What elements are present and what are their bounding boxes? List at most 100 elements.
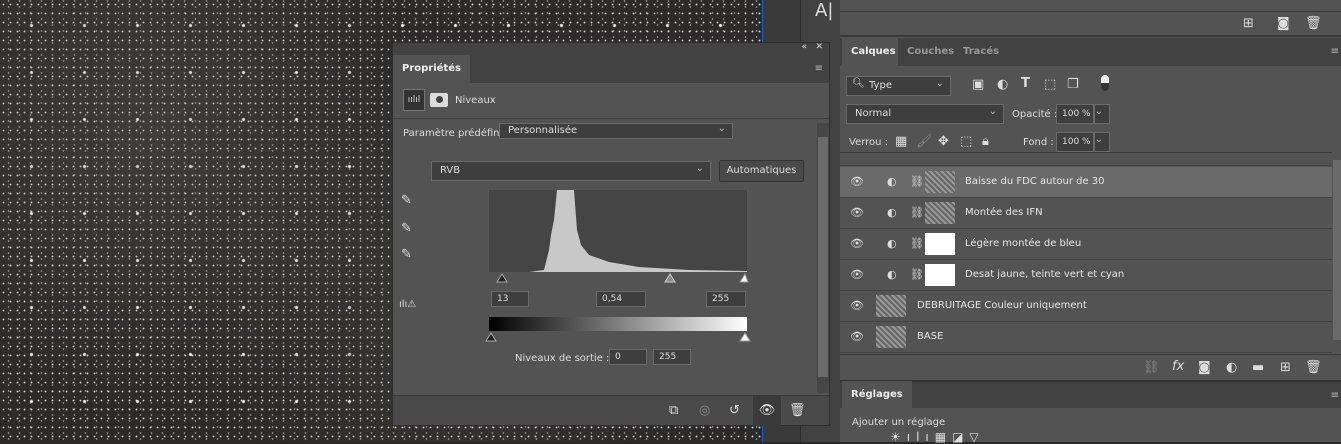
clipping-warning-icon[interactable]: ılı⚠ [399,299,416,310]
lock-all-icon[interactable]: 🔒︎ [982,134,989,149]
layer-name: Montée des IFN [965,207,1043,218]
close-icon[interactable]: ✕ [815,42,823,52]
mask-thumbnail[interactable] [925,233,955,255]
add-adjustment-label: Ajouter un réglage [852,417,946,428]
black-eyedropper-icon[interactable]: ✎ [401,193,412,208]
mask-thumbnail[interactable] [925,171,955,193]
input-gamma-field[interactable]: 0,54 [596,291,646,307]
lock-label: Verrou : [849,137,889,148]
adjustment-layer-icon: ◐ [887,206,897,219]
visibility-icon[interactable]: 👁 [850,206,864,219]
filter-shape-icon[interactable]: ⬚ [1044,77,1056,92]
visibility-icon[interactable]: 👁 [850,299,864,312]
collapse-icon[interactable]: « [801,42,807,52]
layer-row[interactable]: 👁 ◐ ⛓ Desat jaune, teinte vert et cyan [840,260,1332,291]
fill-label: Fond : [1023,137,1054,148]
add-mask-icon[interactable]: ◙ [1198,360,1211,375]
link-icon[interactable]: ⛓ [1143,360,1160,375]
preset-select[interactable]: Personnalisée [499,122,733,139]
new-layer-icon[interactable]: ⊞ [1280,360,1291,375]
output-gradient [489,317,747,331]
lock-transparency-icon[interactable]: ▦ [895,134,907,149]
layer-name: DEBRUITAGE Couleur uniquement [917,300,1087,311]
tab-paths[interactable]: Tracés [954,38,1009,66]
layer-thumbnail[interactable] [876,326,906,348]
filter-pixel-icon[interactable]: ▣ [972,77,984,92]
right-panels: ⊞ ◙ 🗑 Calques Couches Tracés ≡ Type 🔍︎ ▣… [840,0,1341,444]
auto-button[interactable]: Automatiques [719,160,804,182]
reset-icon[interactable]: ↺ [729,403,740,418]
panel-header: « ✕ [393,42,829,55]
filter-adjustment-icon[interactable]: ◐ [997,77,1008,92]
visibility-icon[interactable]: 👁 [850,237,864,250]
layer-thumbnail[interactable] [876,295,906,317]
opacity-label: Opacité : [1012,109,1058,120]
layer-row[interactable]: 👁 BASE [840,322,1332,353]
mask-thumbnail[interactable] [925,264,955,286]
input-sliders[interactable] [489,272,749,284]
white-eyedropper-icon[interactable]: ✎ [401,247,412,262]
search-icon: 🔍︎ [852,78,865,89]
input-white-field[interactable]: 255 [706,291,746,307]
input-black-field[interactable]: 13 [491,291,529,307]
output-black-field[interactable]: 0 [609,349,647,365]
group-folder-icon[interactable]: ▬ [1252,360,1264,375]
layers-scrollbar[interactable] [1333,160,1341,340]
opacity-dropdown[interactable] [1094,103,1110,124]
panel-menu-icon[interactable]: ≡ [1331,46,1339,57]
output-label: Niveaux de sortie : [515,353,610,364]
layer-row[interactable]: 👁 ◐ ⛓ Légère montée de bleu [840,229,1332,260]
visibility-icon[interactable]: 👁 [850,330,864,343]
blend-mode-select[interactable]: Normal [846,103,1004,124]
new-snapshot-icon[interactable]: ⊞ [1243,16,1254,31]
visibility-icon[interactable]: 👁 [753,396,781,426]
mask-thumbnail[interactable] [925,202,955,224]
view-previous-icon[interactable]: ◎ [699,403,710,418]
link-icon[interactable]: ⛓ [910,268,924,281]
delete-layer-icon[interactable]: 🗑 [1305,360,1322,375]
link-icon[interactable]: ⛓ [910,237,924,250]
adjustment-name: Niveaux [455,95,496,106]
filter-type-icon[interactable]: T [1021,76,1030,91]
tab-layers[interactable]: Calques [842,38,905,66]
clip-to-layer-icon[interactable]: ⧉ [669,403,678,418]
scrollbar[interactable] [817,123,829,393]
fx-icon[interactable]: fx [1172,359,1184,374]
layer-name: Baisse du FDC autour de 30 [965,176,1105,187]
gray-eyedropper-icon[interactable]: ✎ [401,221,412,236]
visibility-icon[interactable]: 👁 [850,175,864,188]
adjustments-menu-icon[interactable]: ≡ [1331,390,1339,401]
trash-icon[interactable]: 🗑 [1305,16,1322,31]
lock-artboard-icon[interactable]: ⬚ [960,134,972,149]
properties-panel: « ✕ Propriétés ≡ ıılıl Niveaux Paramètre… [392,42,830,426]
filter-smart-object-icon[interactable]: ❐ [1067,77,1079,92]
layer-name: Légère montée de bleu [965,238,1082,249]
tab-properties[interactable]: Propriétés [393,55,470,83]
delete-icon[interactable]: 🗑 [789,403,806,418]
layer-row[interactable]: 👁 DEBRUITAGE Couleur uniquement [840,291,1332,322]
lock-image-icon[interactable]: 🖌︎ [916,134,933,149]
layer-row[interactable]: 👁 ◐ ⛓ Baisse du FDC autour de 30 [840,167,1332,198]
fill-field[interactable]: 100 % [1056,132,1094,152]
tab-adjustments[interactable]: Réglages [842,381,912,409]
fill-dropdown[interactable] [1094,131,1110,152]
histogram [489,190,747,272]
layer-row-partial[interactable] [840,152,1332,166]
link-icon[interactable]: ⛓ [910,206,924,219]
filter-toggle[interactable] [1101,75,1109,91]
type-tool-icon[interactable]: A| [815,0,833,21]
output-white-field[interactable]: 255 [653,349,691,365]
visibility-icon[interactable]: 👁 [850,268,864,281]
panel-menu-icon[interactable]: ≡ [815,63,823,74]
new-adjustment-icon[interactable]: ◐ [1226,360,1237,375]
lock-position-icon[interactable]: ✥ [938,134,949,149]
layer-row[interactable]: 👁 ◐ ⛓ Montée des IFN [840,198,1332,229]
mask-icon[interactable] [430,93,448,107]
camera-icon[interactable]: ◙ [1277,16,1290,31]
link-icon[interactable]: ⛓ [910,175,924,188]
levels-icon[interactable]: ıılıl [403,89,425,111]
preset-label: Paramètre prédéfini : [403,128,509,139]
channel-select[interactable]: RVB [431,160,711,181]
opacity-field[interactable]: 100 % [1056,104,1094,124]
output-sliders[interactable] [485,331,753,343]
